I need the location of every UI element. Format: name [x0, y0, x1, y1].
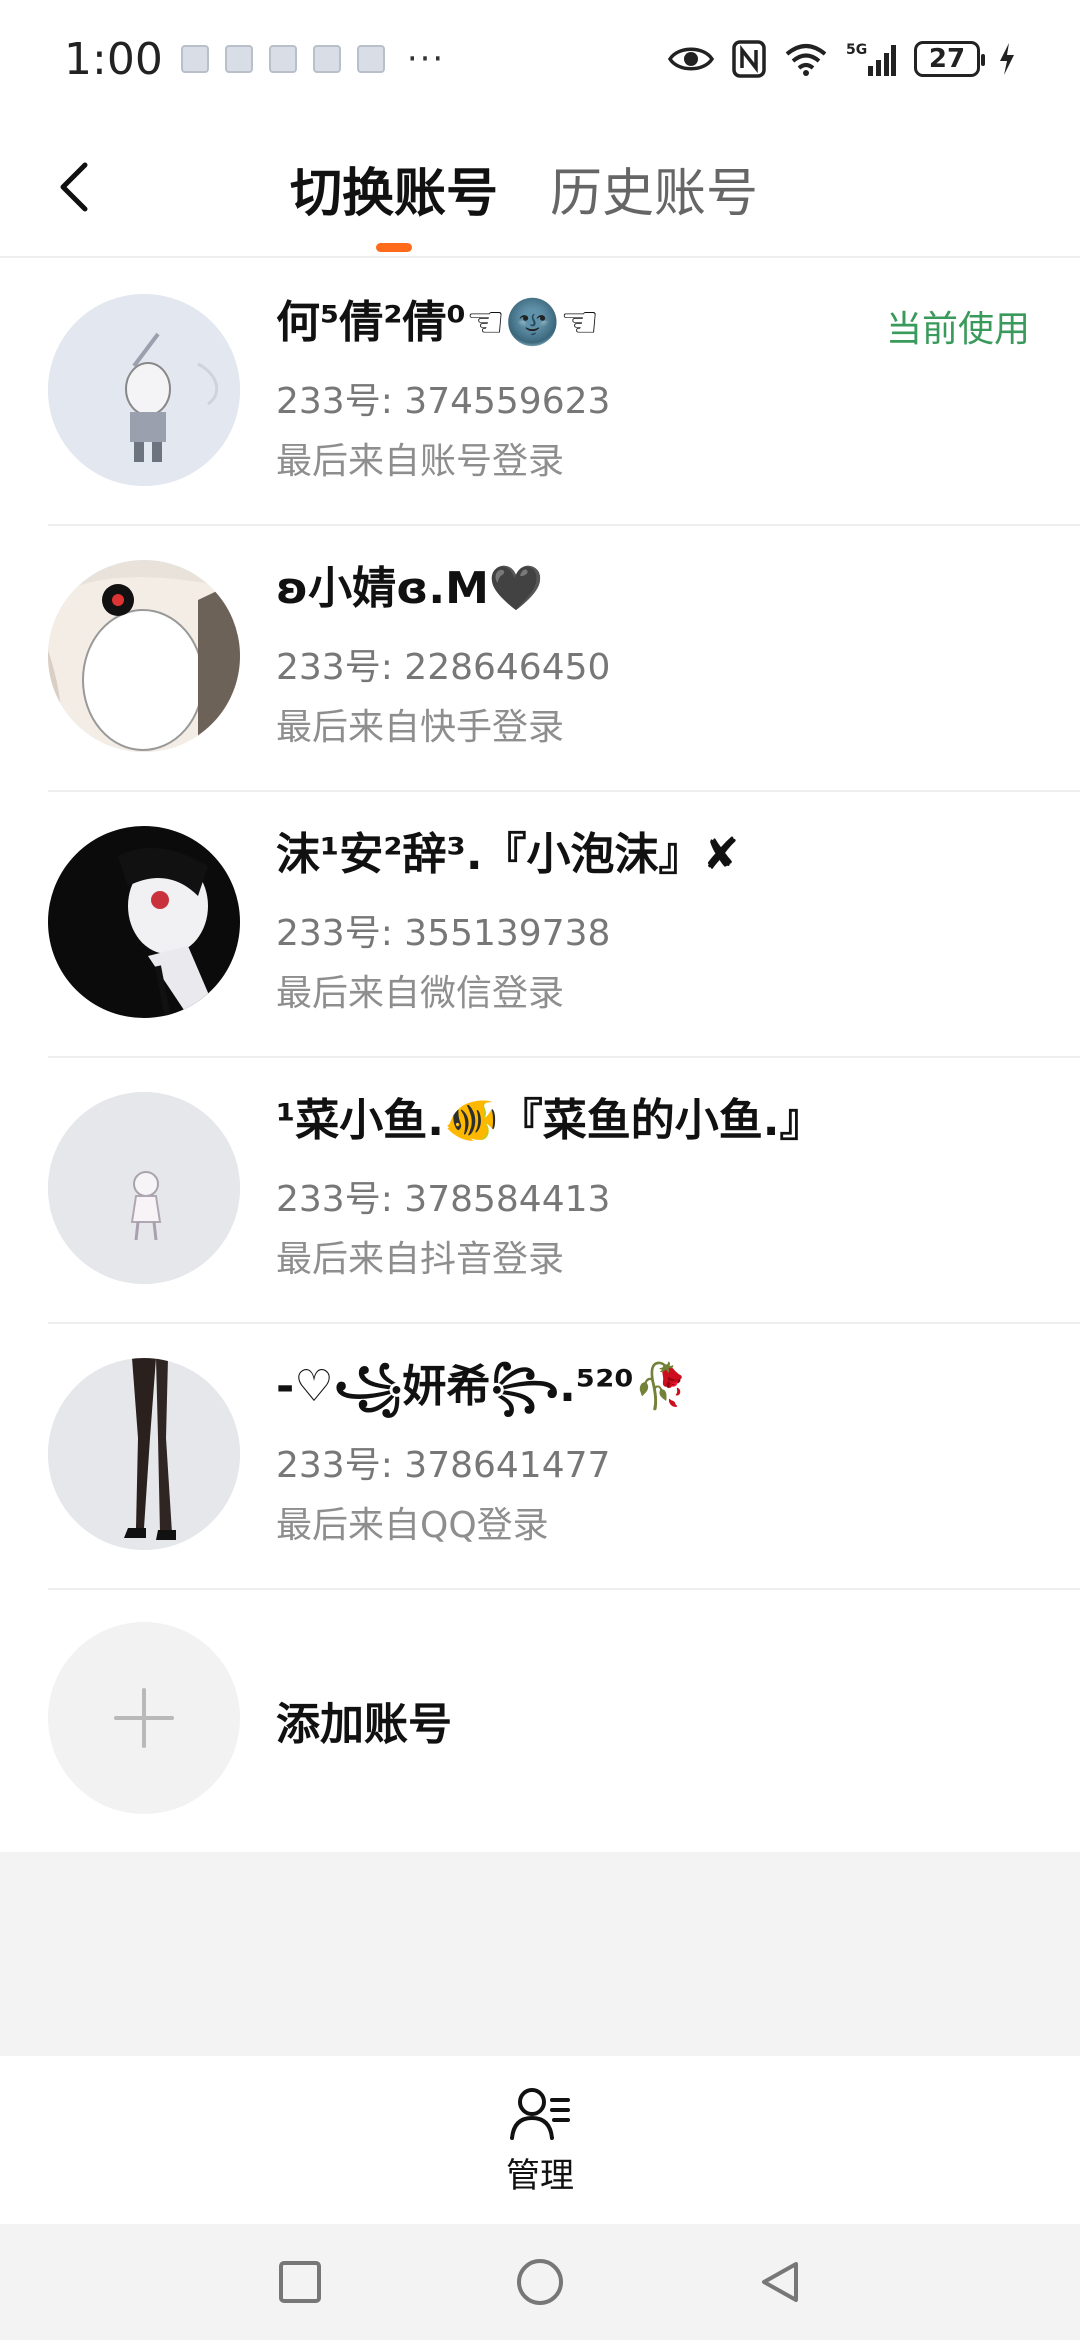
account-login-source: 最后来自快手登录	[276, 707, 565, 748]
account-id: 233号: 378584413	[276, 1179, 611, 1220]
add-account-label: 添加账号	[276, 1699, 452, 1750]
account-login-source: 最后来自QQ登录	[276, 1505, 549, 1546]
add-account-button[interactable]: 添加账号	[0, 1590, 1080, 1840]
circle-icon	[517, 2259, 563, 2305]
more-notifications-icon: ···	[406, 39, 446, 79]
plus-icon	[114, 1688, 174, 1748]
back-button[interactable]	[40, 152, 110, 222]
account-login-source: 最后来自账号登录	[276, 441, 565, 482]
avatar	[48, 1358, 240, 1550]
avatar	[48, 826, 240, 1018]
header: 切换账号 历史账号	[0, 118, 1080, 258]
notification-icon	[224, 45, 253, 73]
account-login-source: 最后来自抖音登录	[276, 1239, 565, 1280]
system-navigation-bar	[0, 2224, 1080, 2340]
account-name: ʚ小婧ɞ.M🖤	[276, 563, 544, 614]
account-row[interactable]: ¹菜小鱼.🐠『菜鱼的小鱼.』 233号: 378584413 最后来自抖音登录	[0, 1058, 1080, 1324]
manage-label: 管理	[506, 2155, 574, 2196]
charging-icon	[998, 42, 1016, 76]
tab-label: 切换账号	[290, 163, 499, 224]
home-button[interactable]	[505, 2247, 575, 2317]
account-row[interactable]: -♡꧁妍希꧂.⁵²⁰🥀 233号: 378641477 最后来自QQ登录	[0, 1324, 1080, 1590]
manage-button[interactable]: 管理	[506, 2084, 574, 2197]
status-time: 1:00	[64, 33, 163, 85]
account-name: ¹菜小鱼.🐠『菜鱼的小鱼.』	[276, 1095, 824, 1146]
notification-icon	[356, 45, 385, 73]
account-name: 何⁵倩²倩⁰☜🌚☜	[276, 297, 600, 348]
status-right: 5G 27	[668, 40, 1016, 78]
empty-area	[0, 1852, 1080, 2056]
notification-icon	[312, 45, 341, 73]
account-row[interactable]: ʚ小婧ɞ.M🖤 233号: 228646450 最后来自快手登录	[0, 526, 1080, 792]
account-name: -♡꧁妍希꧂.⁵²⁰🥀	[276, 1361, 689, 1412]
tab-active-indicator	[376, 243, 412, 252]
account-row[interactable]: 沫¹安²辞³.『小泡沫』✘ 233号: 355139738 最后来自微信登录	[0, 792, 1080, 1058]
tabs: 切换账号 历史账号	[290, 118, 758, 258]
tab-label: 历史账号	[550, 163, 759, 224]
tab-history-accounts[interactable]: 历史账号	[550, 118, 758, 258]
account-id: 233号: 228646450	[276, 647, 611, 688]
cellular-signal-icon: 5G	[846, 40, 896, 78]
account-row[interactable]: 何⁵倩²倩⁰☜🌚☜ 当前使用 233号: 374559623 最后来自账号登录	[0, 260, 1080, 526]
avatar	[48, 560, 240, 752]
bottom-bar: 管理	[0, 2056, 1080, 2224]
back-arrow-icon	[60, 162, 88, 212]
notification-icon	[180, 45, 209, 73]
eye-icon	[668, 43, 714, 75]
account-name: 沫¹安²辞³.『小泡沫』✘	[276, 829, 740, 880]
current-account-badge: 当前使用	[885, 309, 1030, 350]
nfc-icon	[732, 40, 766, 78]
recents-button[interactable]	[265, 2247, 335, 2317]
account-id: 233号: 374559623	[276, 381, 611, 422]
manage-users-icon	[510, 2087, 570, 2140]
network-type: 5G	[846, 42, 867, 58]
avatar	[48, 1092, 240, 1284]
notification-icon	[268, 45, 297, 73]
status-bar: 1:00 ··· 5G 27	[0, 0, 1080, 118]
system-back-button[interactable]	[745, 2247, 815, 2317]
wifi-icon	[784, 42, 828, 76]
add-account-circle	[48, 1622, 240, 1814]
avatar	[48, 294, 240, 486]
account-id: 233号: 378641477	[276, 1445, 611, 1486]
battery-icon: 27	[914, 41, 985, 77]
notification-icons: ···	[180, 39, 446, 79]
account-id: 233号: 355139738	[276, 913, 611, 954]
square-icon	[279, 2261, 321, 2303]
account-login-source: 最后来自微信登录	[276, 973, 565, 1014]
triangle-back-icon	[762, 2262, 798, 2302]
account-list: 何⁵倩²倩⁰☜🌚☜ 当前使用 233号: 374559623 最后来自账号登录 …	[0, 260, 1080, 1840]
screen: 1:00 ··· 5G 27 切换账号 历史账号 何⁵倩²倩⁰☜🌚☜ 当前使用 …	[0, 0, 1080, 2340]
tab-switch-account[interactable]: 切换账号	[290, 118, 498, 258]
